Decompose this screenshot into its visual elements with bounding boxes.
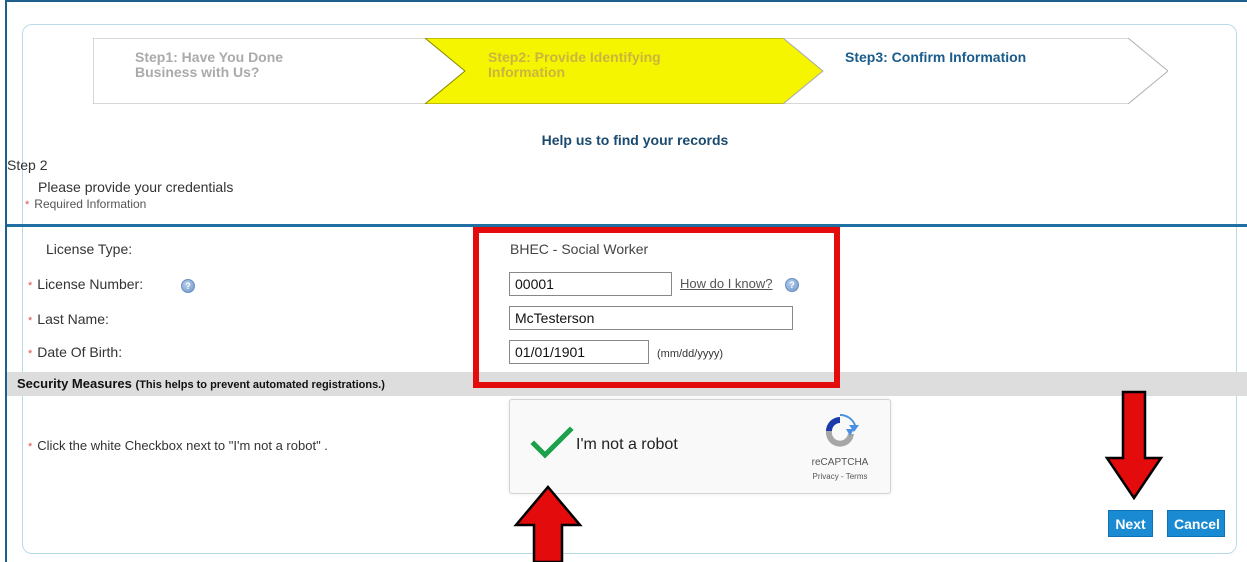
recaptcha-widget: I'm not a robot reCAPTCHA Privacy - Term… (509, 399, 891, 494)
wizard-steps: Step1: Have You Done Business with Us? S… (93, 38, 1168, 104)
wizard-step-3: Step3: Confirm Information (845, 50, 1105, 65)
required-star: * (25, 199, 30, 211)
wizard-step-3-line1: Step3: Confirm Information (845, 49, 1027, 65)
red-arrow-down-icon (1104, 390, 1164, 501)
required-star: * (28, 315, 33, 327)
cancel-button[interactable]: Cancel (1167, 510, 1225, 537)
date-of-birth-label: Date Of Birth: (37, 344, 123, 360)
wizard-step-2-line2: Information (488, 64, 565, 80)
recaptcha-brand: reCAPTCHA (811, 457, 869, 468)
license-number-label: License Number: (37, 276, 144, 292)
help-title: Help us to find your records (541, 132, 729, 148)
security-title: Security Measures (This helps to prevent… (17, 376, 385, 391)
info-icon[interactable]: ? (181, 279, 195, 293)
red-arrow-up-icon (513, 485, 583, 562)
last-name-label-row: * Last Name: (28, 311, 109, 327)
check-icon[interactable] (530, 425, 574, 461)
security-subtitle: (This helps to prevent automated registr… (135, 379, 385, 391)
wizard-step-2: Step2: Provide Identifying Information (488, 50, 718, 80)
recaptcha-links[interactable]: Privacy - Terms (792, 472, 888, 481)
wizard-step-1-line2: Business with Us? (135, 64, 260, 80)
required-star: * (28, 441, 33, 453)
last-name-label: Last Name: (37, 311, 109, 327)
captcha-instruction: * Click the white Checkbox next to "I'm n… (28, 438, 328, 453)
wizard-step-2-line1: Step2: Provide Identifying (488, 49, 661, 65)
required-star: * (28, 280, 33, 292)
license-number-label-row: * License Number: (28, 276, 143, 292)
wizard-step-1: Step1: Have You Done Business with Us? (135, 50, 365, 80)
recaptcha-label: I'm not a robot (576, 436, 678, 453)
license-type-label: License Type: (46, 241, 133, 257)
credentials-text: Please provide your credentials (38, 179, 234, 195)
next-button[interactable]: Next (1108, 510, 1153, 537)
red-highlight-box (473, 227, 840, 388)
recaptcha-logo (825, 413, 859, 447)
required-text: Required Information (34, 197, 147, 211)
wizard-step-3-shape (782, 38, 1168, 104)
captcha-instruction-text: Click the white Checkbox next to "I'm no… (37, 438, 328, 453)
wizard-step-1-line1: Step1: Have You Done (135, 49, 284, 65)
step-name: Step 2 (7, 157, 48, 173)
date-of-birth-label-row: * Date Of Birth: (28, 344, 122, 360)
required-info: * Required Information (25, 197, 146, 211)
security-title-text: Security Measures (17, 376, 132, 391)
required-star: * (28, 348, 33, 360)
